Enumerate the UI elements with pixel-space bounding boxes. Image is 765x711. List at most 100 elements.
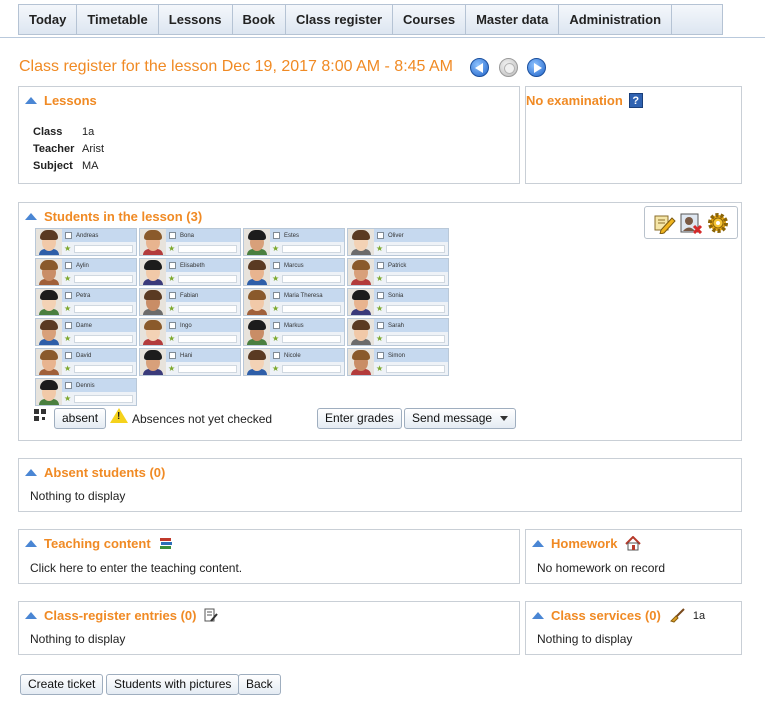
help-icon[interactable]: ?: [628, 93, 643, 108]
add-remark-icon[interactable]: ★: [64, 364, 71, 373]
next-lesson-button[interactable]: [527, 58, 546, 77]
student-card[interactable]: Elisabeth ★: [139, 258, 241, 286]
student-card[interactable]: Petra ★: [35, 288, 137, 316]
add-remark-icon[interactable]: ★: [272, 244, 279, 253]
add-remark-icon[interactable]: ★: [168, 244, 175, 253]
absent-checkbox[interactable]: [273, 292, 280, 299]
previous-lesson-button[interactable]: [470, 58, 489, 77]
student-card[interactable]: Estes ★: [243, 228, 345, 256]
student-card[interactable]: Simon ★: [347, 348, 449, 376]
absent-checkbox[interactable]: [273, 232, 280, 239]
absent-button[interactable]: absent: [54, 408, 107, 429]
student-photo-remove-icon[interactable]: [679, 212, 703, 234]
add-remark-icon[interactable]: ★: [168, 274, 175, 283]
class-register-entries-header[interactable]: Class-register entries (0): [25, 608, 219, 623]
absent-checkbox[interactable]: [169, 352, 176, 359]
absent-checkbox[interactable]: [377, 232, 384, 239]
student-card[interactable]: Hani ★: [139, 348, 241, 376]
student-card[interactable]: Fabian ★: [139, 288, 241, 316]
student-card[interactable]: Aylin ★: [35, 258, 137, 286]
absent-checkbox[interactable]: [273, 262, 280, 269]
teaching-content-header[interactable]: Teaching content: [25, 536, 173, 551]
add-remark-icon[interactable]: ★: [64, 334, 71, 343]
tab-today[interactable]: Today: [18, 4, 77, 35]
student-card[interactable]: Oliver ★: [347, 228, 449, 256]
absent-checkbox[interactable]: [65, 322, 72, 329]
enter-grades-button[interactable]: Enter grades: [317, 408, 402, 429]
student-card[interactable]: Andreas ★: [35, 228, 137, 256]
tab-book[interactable]: Book: [231, 4, 286, 35]
add-remark-icon[interactable]: ★: [376, 244, 383, 253]
remark-field[interactable]: [74, 304, 133, 313]
remark-field[interactable]: [74, 394, 133, 403]
tab-master-data[interactable]: Master data: [465, 4, 559, 35]
remark-field[interactable]: [386, 364, 445, 373]
remark-field[interactable]: [74, 334, 133, 343]
absent-students-header[interactable]: Absent students (0): [25, 465, 165, 480]
remark-field[interactable]: [74, 244, 133, 253]
student-card[interactable]: Marcus ★: [243, 258, 345, 286]
add-remark-icon[interactable]: ★: [272, 364, 279, 373]
back-button[interactable]: Back: [238, 674, 281, 695]
remark-field[interactable]: [386, 334, 445, 343]
remark-field[interactable]: [282, 364, 341, 373]
absent-checkbox[interactable]: [377, 292, 384, 299]
collapse-icon[interactable]: [25, 97, 37, 104]
absent-checkbox[interactable]: [65, 232, 72, 239]
edit-grades-icon[interactable]: [652, 212, 676, 234]
add-remark-icon[interactable]: ★: [168, 304, 175, 313]
broom-icon[interactable]: [669, 608, 685, 623]
send-message-button[interactable]: Send message: [404, 408, 517, 429]
remark-field[interactable]: [74, 274, 133, 283]
qr-code-icon[interactable]: [34, 409, 46, 421]
absent-checkbox[interactable]: [65, 382, 72, 389]
current-lesson-button[interactable]: [499, 58, 518, 77]
absent-checkbox[interactable]: [65, 352, 72, 359]
student-card[interactable]: Nicole ★: [243, 348, 345, 376]
remark-field[interactable]: [178, 244, 237, 253]
create-ticket-button[interactable]: Create ticket: [20, 674, 104, 695]
absent-checkbox[interactable]: [273, 322, 280, 329]
class-services-header[interactable]: Class services (0) 1a: [532, 608, 705, 623]
absent-checkbox[interactable]: [169, 232, 176, 239]
add-remark-icon[interactable]: ★: [64, 244, 71, 253]
remark-field[interactable]: [74, 364, 133, 373]
student-card[interactable]: Maria Theresa ★: [243, 288, 345, 316]
absent-checkbox[interactable]: [273, 352, 280, 359]
remark-field[interactable]: [178, 334, 237, 343]
tab-timetable[interactable]: Timetable: [76, 4, 158, 35]
add-remark-icon[interactable]: ★: [64, 394, 71, 403]
absent-checkbox[interactable]: [377, 322, 384, 329]
remark-field[interactable]: [178, 274, 237, 283]
collapse-icon[interactable]: [532, 612, 544, 619]
collapse-icon[interactable]: [25, 213, 37, 220]
add-remark-icon[interactable]: ★: [376, 274, 383, 283]
homework-header[interactable]: Homework: [532, 536, 642, 551]
student-card[interactable]: Ingo ★: [139, 318, 241, 346]
student-card[interactable]: Sarah ★: [347, 318, 449, 346]
note-edit-icon[interactable]: [204, 608, 219, 623]
absent-checkbox[interactable]: [169, 322, 176, 329]
add-remark-icon[interactable]: ★: [376, 304, 383, 313]
absent-checkbox[interactable]: [65, 292, 72, 299]
add-remark-icon[interactable]: ★: [64, 304, 71, 313]
student-card[interactable]: Sonia ★: [347, 288, 449, 316]
add-remark-icon[interactable]: ★: [272, 334, 279, 343]
student-card[interactable]: Dame ★: [35, 318, 137, 346]
teaching-content-link[interactable]: Click here to enter the teaching content…: [30, 561, 242, 575]
settings-gear-icon[interactable]: [706, 211, 730, 235]
add-remark-icon[interactable]: ★: [168, 334, 175, 343]
student-card[interactable]: Markus ★: [243, 318, 345, 346]
student-card[interactable]: Patrick ★: [347, 258, 449, 286]
tab-courses[interactable]: Courses: [392, 4, 466, 35]
absent-checkbox[interactable]: [377, 352, 384, 359]
add-remark-icon[interactable]: ★: [168, 364, 175, 373]
remark-field[interactable]: [282, 334, 341, 343]
collapse-icon[interactable]: [25, 540, 37, 547]
collapse-icon[interactable]: [25, 612, 37, 619]
absent-checkbox[interactable]: [65, 262, 72, 269]
remark-field[interactable]: [282, 274, 341, 283]
remark-field[interactable]: [178, 304, 237, 313]
add-remark-icon[interactable]: ★: [272, 304, 279, 313]
add-remark-icon[interactable]: ★: [64, 274, 71, 283]
